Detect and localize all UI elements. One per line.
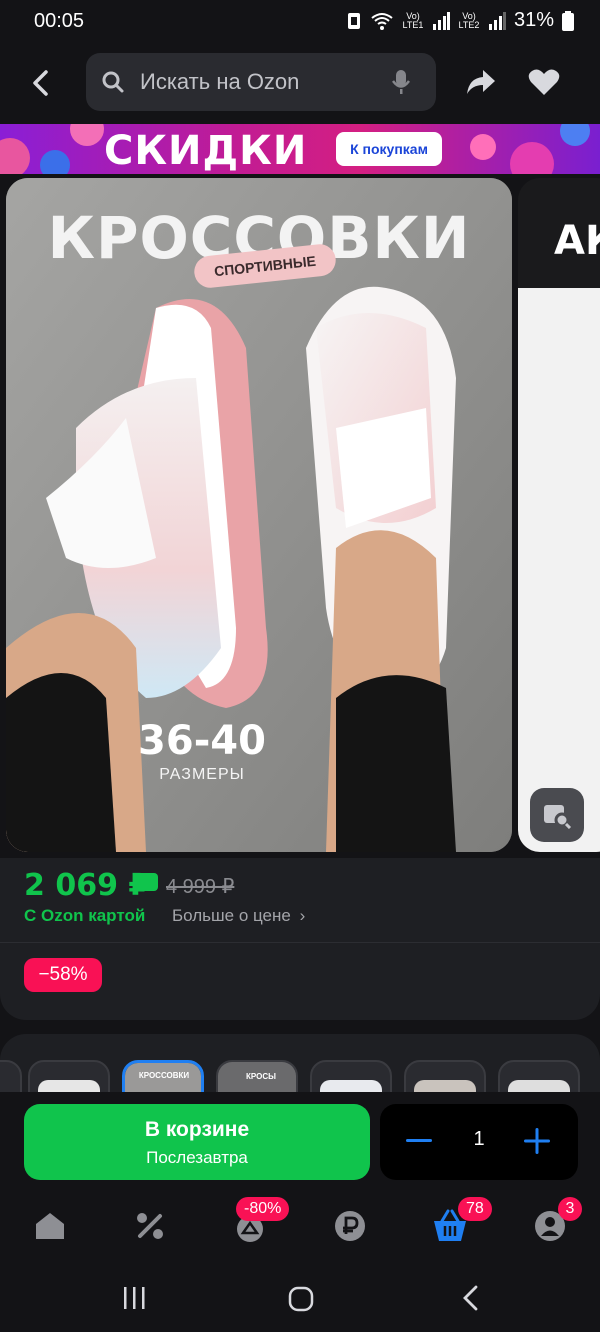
search-input[interactable]: Искать на Ozon [86, 53, 436, 111]
sale-badge: -80% [236, 1197, 290, 1221]
quantity-stepper: 1 [380, 1104, 578, 1180]
back-arrow-icon[interactable] [24, 66, 58, 100]
image-search-button[interactable] [530, 788, 584, 842]
promo-banner[interactable]: СКИДКИ К покупкам [0, 124, 600, 174]
variant-selected-label: КРОССОВКИ [138, 1071, 190, 1080]
photo-sizes-label: РАЗМЕРЫ [159, 766, 245, 783]
product-gallery[interactable]: КРОССОВКИ СПОРТИВНЫЕ 36-40 РАЗМЕРЫ АК [0, 174, 600, 858]
lte2-label: Vo) LTE2 [458, 10, 480, 30]
share-icon[interactable] [465, 68, 497, 96]
photo-sizes: 36-40 [138, 718, 266, 764]
next-photo-title: АК [554, 218, 600, 264]
banner-cta-button[interactable]: К покупкам [336, 132, 442, 166]
price-card: 2 069 ₽ 4 999 ₽ С Ozon картой Больше о ц… [0, 858, 600, 1020]
system-navigation [0, 1262, 600, 1332]
microphone-icon[interactable] [390, 68, 412, 96]
more-about-price-link[interactable]: Больше о цене › [172, 906, 305, 926]
divider [0, 942, 600, 943]
decrease-button[interactable] [404, 1126, 434, 1156]
plus-icon [524, 1128, 550, 1154]
favorite-heart-icon[interactable] [528, 68, 560, 96]
back-system-icon[interactable] [460, 1284, 480, 1312]
delivery-label: Послезавтра [146, 1148, 248, 1167]
ruble-icon [335, 1211, 365, 1241]
home-icon [36, 1213, 64, 1239]
status-bar: 00:05 Vo) LTE1 Vo) LTE2 31% [0, 0, 600, 44]
increase-button[interactable] [520, 1126, 554, 1156]
wifi-icon [371, 12, 393, 30]
discount-badge: −58% [24, 958, 102, 992]
status-indicators: Vo) LTE1 Vo) LTE2 31% [346, 9, 574, 32]
product-photo[interactable]: КРОССОВКИ СПОРТИВНЫЕ 36-40 РАЗМЕРЫ [6, 178, 512, 852]
next-product-photo[interactable]: АК [518, 178, 600, 852]
in-cart-button[interactable]: В корзине Послезавтра [24, 1104, 370, 1180]
cart-action-bar: В корзине Послезавтра 1 [0, 1092, 600, 1188]
search-icon [102, 71, 124, 93]
in-cart-label: В корзине [144, 1118, 250, 1141]
old-price: 4 999 ₽ [166, 876, 235, 898]
nav-home[interactable] [30, 1206, 70, 1246]
profile-badge: 3 [558, 1197, 582, 1221]
ozon-card-label: С Ozon картой [24, 906, 146, 925]
minus-icon [406, 1139, 432, 1142]
ozon-card-icon [134, 873, 158, 891]
recent-apps-icon[interactable] [122, 1286, 146, 1310]
top-bar: Искать на Ozon [0, 44, 600, 124]
lte1-label: Vo) LTE1 [402, 10, 424, 30]
more-about-price-label: Больше о цене [172, 906, 291, 925]
signal1-icon [432, 11, 450, 30]
search-placeholder: Искать на Ozon [140, 69, 300, 94]
cart-badge: 78 [458, 1197, 492, 1221]
current-price: 2 069 ₽ [24, 868, 150, 903]
bottom-navigation: -80% 78 3 [0, 1188, 600, 1262]
percent-icon [137, 1213, 163, 1239]
status-time: 00:05 [34, 10, 85, 32]
next-photo-background [518, 288, 600, 852]
home-system-icon[interactable] [288, 1286, 314, 1312]
nav-sale[interactable] [130, 1206, 170, 1246]
nav-finance[interactable] [330, 1206, 370, 1246]
banner-title: СКИДКИ [104, 128, 308, 174]
battery-icon [562, 10, 574, 31]
signal2-icon [488, 11, 506, 30]
quantity-value: 1 [473, 1128, 485, 1150]
recycle-icon [347, 12, 360, 29]
battery-percent: 31% [513, 9, 554, 31]
variant-other-label: КРОСЫ [246, 1072, 276, 1081]
chevron-right-icon: › [299, 906, 306, 925]
image-search-icon [544, 805, 572, 829]
